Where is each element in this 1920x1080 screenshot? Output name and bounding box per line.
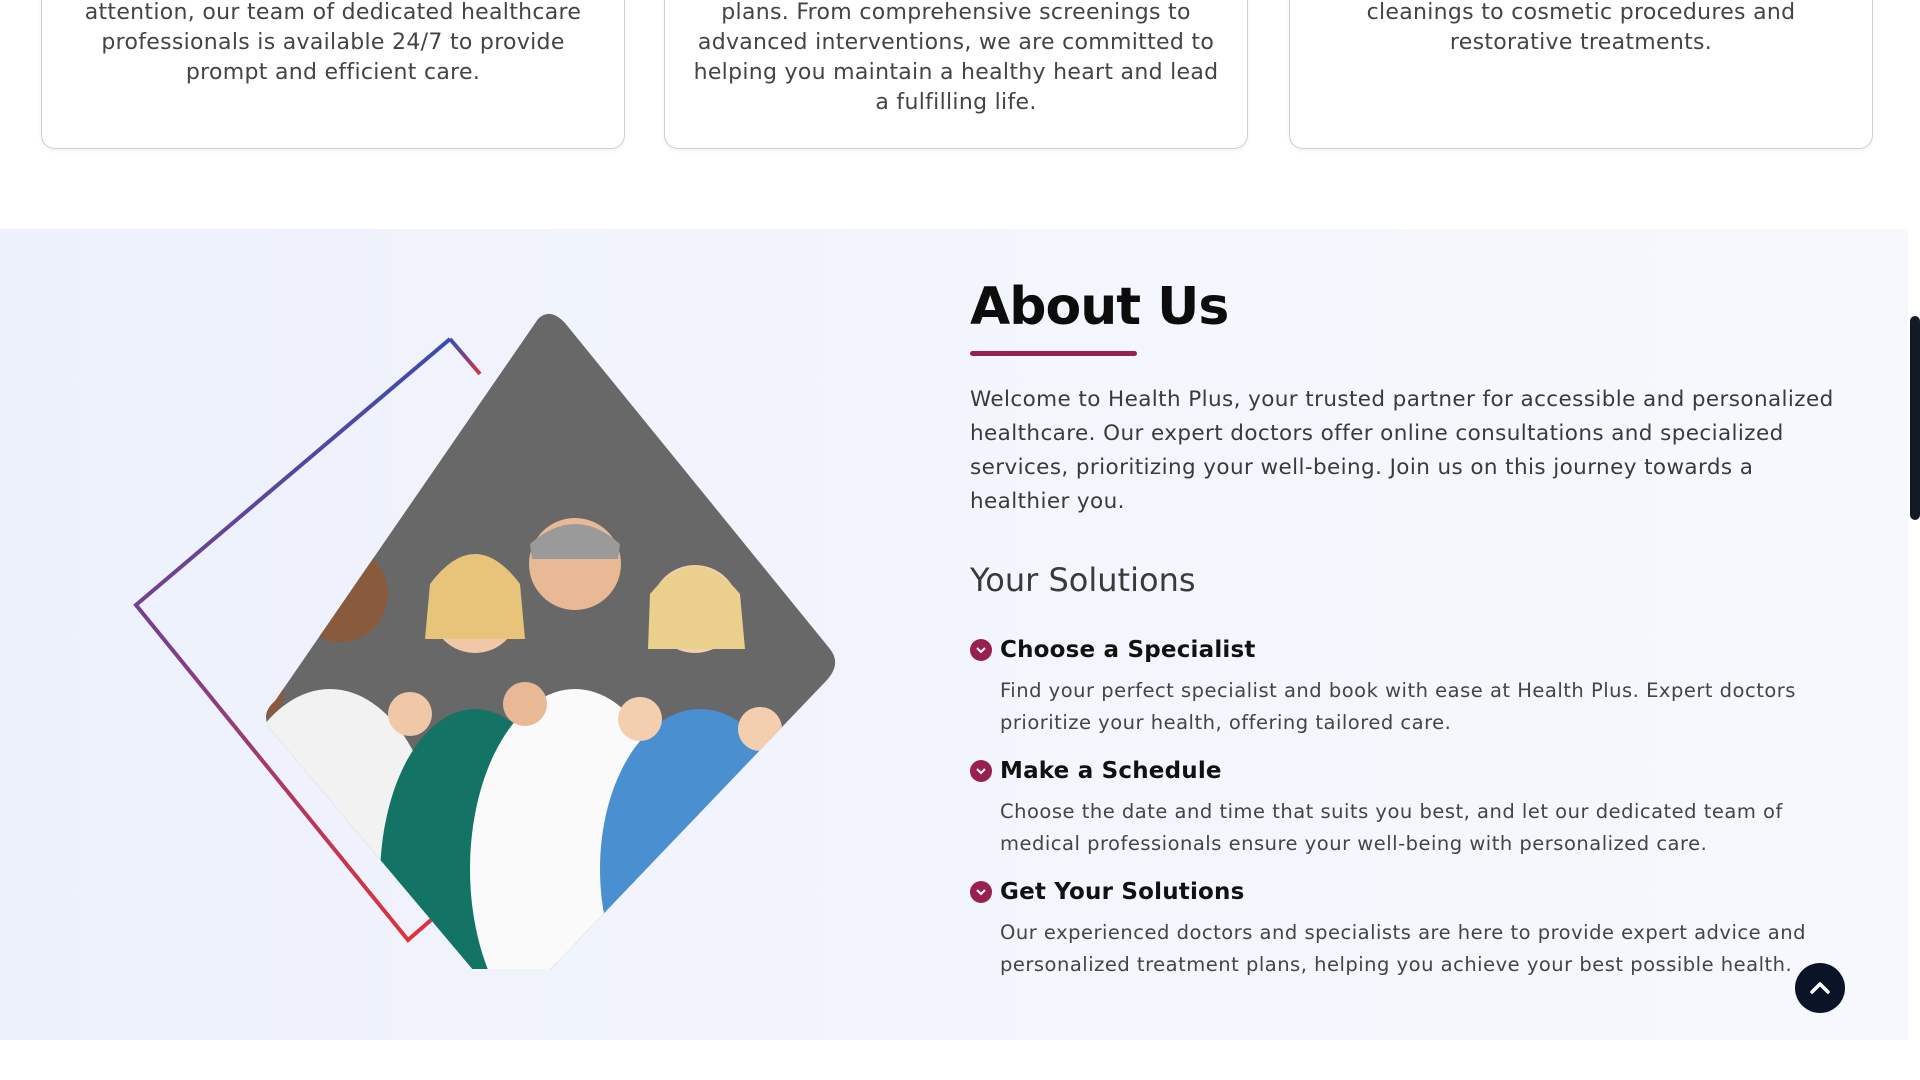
solutions-subtitle: Your Solutions bbox=[970, 561, 1196, 599]
service-card: cleanings to cosmetic procedures and res… bbox=[1289, 0, 1873, 149]
check-circle-icon bbox=[970, 639, 992, 661]
about-section: About Us Welcome to Health Plus, your tr… bbox=[0, 229, 1908, 1040]
solution-title: Choose a Specialist bbox=[1000, 637, 1256, 663]
solution-title: Make a Schedule bbox=[1000, 758, 1222, 784]
service-card: attention, our team of dedicated healthc… bbox=[41, 0, 625, 149]
check-circle-icon bbox=[970, 760, 992, 782]
decorative-frame bbox=[448, 337, 482, 376]
page-scrollbar[interactable] bbox=[1910, 316, 1920, 520]
service-card-text: cleanings to cosmetic procedures and res… bbox=[1366, 0, 1796, 55]
solution-desc: Our experienced doctors and specialists … bbox=[1000, 921, 1806, 976]
service-card: plans. From comprehensive screenings to … bbox=[664, 0, 1248, 149]
service-card-text: plans. From comprehensive screenings to … bbox=[693, 0, 1219, 115]
solution-item: Get Your Solutions Our experienced docto… bbox=[970, 875, 1850, 981]
services-cards: attention, our team of dedicated healthc… bbox=[0, 0, 1920, 230]
solution-item: Choose a Specialist Find your perfect sp… bbox=[970, 633, 1850, 739]
title-underline bbox=[970, 351, 1137, 356]
doctors-hero-image bbox=[133, 313, 836, 969]
solution-desc: Find your perfect specialist and book wi… bbox=[1000, 679, 1796, 734]
about-title: About Us bbox=[970, 277, 1229, 337]
about-intro: Welcome to Health Plus, your trusted par… bbox=[970, 387, 1834, 514]
chevron-up-icon bbox=[1810, 982, 1830, 994]
solution-title: Get Your Solutions bbox=[1000, 879, 1245, 905]
solution-item: Make a Schedule Choose the date and time… bbox=[970, 754, 1850, 860]
service-card-text: attention, our team of dedicated healthc… bbox=[84, 0, 582, 85]
scroll-to-top-button[interactable] bbox=[1795, 963, 1845, 1013]
solution-desc: Choose the date and time that suits you … bbox=[1000, 800, 1783, 855]
check-circle-icon bbox=[970, 881, 992, 903]
